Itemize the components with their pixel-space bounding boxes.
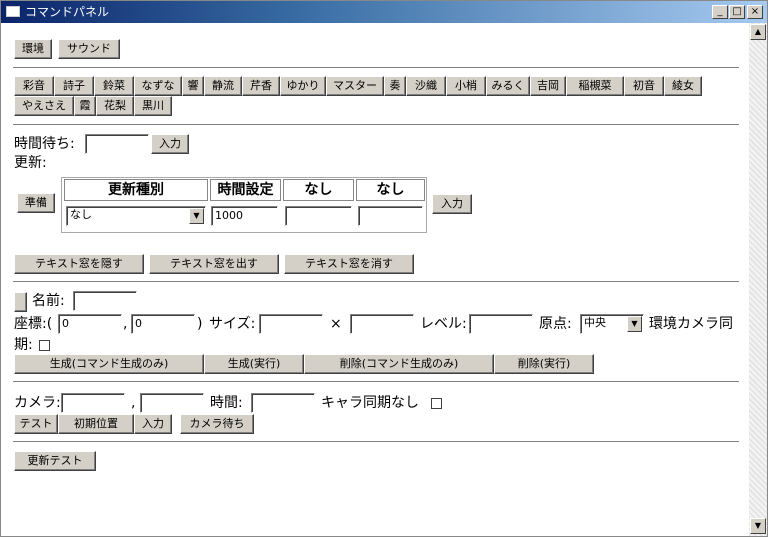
hide-text-window-button[interactable]: テキスト窓を隠す xyxy=(14,254,144,274)
header-time-setting: 時間設定 xyxy=(210,179,281,201)
camera-sync-checkbox[interactable] xyxy=(39,340,50,351)
close-button[interactable]: × xyxy=(747,5,763,19)
camera-sync-label: 環境カメラ同 xyxy=(649,316,733,332)
camera-time-label: 時間: xyxy=(210,395,243,411)
chara-button-miruku[interactable]: みるく xyxy=(486,76,530,96)
camera-x-input[interactable] xyxy=(61,393,125,413)
origin-label: 原点: xyxy=(539,316,572,332)
size-times: × xyxy=(330,316,342,332)
chara-button-ayane[interactable]: 彩音 xyxy=(14,76,54,96)
extra-input-1[interactable] xyxy=(285,206,352,226)
origin-select[interactable]: 中央 ▼ xyxy=(580,314,644,334)
window-title: コマンドパネル xyxy=(25,5,110,19)
panel-content: 環境 サウンド 彩音 詩子 鈴菜 なずな 響 静流 芹香 ゆかり マスター 奏 … xyxy=(1,23,749,536)
camera-label: カメラ: xyxy=(14,395,61,411)
update-type-value: なし xyxy=(70,208,92,221)
create-execute-button[interactable]: 生成(実行) xyxy=(204,354,304,374)
delete-command-only-button[interactable]: 削除(コマンド生成のみ) xyxy=(304,354,494,374)
chara-button-hatsune[interactable]: 初音 xyxy=(624,76,664,96)
wait-time-input[interactable] xyxy=(85,134,149,154)
chara-button-hibiki[interactable]: 響 xyxy=(182,76,204,96)
divider xyxy=(13,124,739,126)
divider xyxy=(13,281,739,283)
camera-sync-label-cont: 期: xyxy=(14,337,33,353)
divider xyxy=(13,441,739,443)
name-label: 名前: xyxy=(32,293,65,309)
maximize-button[interactable]: □ xyxy=(729,5,745,19)
time-setting-input[interactable]: 1000 xyxy=(211,206,278,226)
camera-wait-button[interactable]: カメラ待ち xyxy=(180,414,254,434)
delete-execute-button[interactable]: 削除(実行) xyxy=(494,354,594,374)
chara-button-kanade[interactable]: 奏 xyxy=(384,76,406,96)
chara-button-yoshioka[interactable]: 吉岡 xyxy=(530,76,566,96)
level-label: レベル: xyxy=(420,316,467,332)
chara-button-nazuna[interactable]: なずな xyxy=(134,76,182,96)
size-width-input[interactable] xyxy=(259,314,323,334)
chara-button-yukari[interactable]: ゆかり xyxy=(280,76,326,96)
camera-comma: , xyxy=(131,395,136,411)
origin-value: 中央 xyxy=(584,316,606,329)
coord-comma: , xyxy=(123,316,128,332)
chara-button-ayame[interactable]: 綾女 xyxy=(664,76,702,96)
camera-test-button[interactable]: テスト xyxy=(14,414,58,434)
update-submit-button[interactable]: 入力 xyxy=(432,194,472,214)
name-input[interactable] xyxy=(73,291,137,311)
chara-button-serika[interactable]: 芹香 xyxy=(242,76,280,96)
update-label: 更新: xyxy=(14,155,47,171)
chevron-down-icon[interactable]: ▼ xyxy=(189,208,204,224)
level-input[interactable] xyxy=(469,314,533,334)
scroll-up-icon[interactable]: ▲ xyxy=(750,24,766,40)
chara-button-master[interactable]: マスター xyxy=(326,76,384,96)
header-update-type: 更新種別 xyxy=(64,179,208,201)
chara-button-shizuru[interactable]: 静流 xyxy=(204,76,242,96)
update-type-select[interactable]: なし ▼ xyxy=(66,206,206,226)
chara-button-kozue[interactable]: 小梢 xyxy=(446,76,486,96)
coord-x-input[interactable]: 0 xyxy=(58,314,122,334)
environment-button[interactable]: 環境 xyxy=(14,39,52,59)
camera-initial-position-button[interactable]: 初期位置 xyxy=(58,414,134,434)
app-icon xyxy=(6,6,20,17)
chara-button-utako[interactable]: 詩子 xyxy=(54,76,94,96)
chara-sync-checkbox[interactable] xyxy=(431,398,442,409)
chara-button-karin[interactable]: 花梨 xyxy=(96,96,134,116)
extra-input-2[interactable] xyxy=(358,206,423,226)
update-test-button[interactable]: 更新テスト xyxy=(14,451,96,471)
minimize-button[interactable]: _ xyxy=(712,5,728,19)
create-command-only-button[interactable]: 生成(コマンド生成のみ) xyxy=(14,354,204,374)
size-label: サイズ: xyxy=(209,316,256,332)
chara-button-kasumi[interactable]: 霞 xyxy=(74,96,96,116)
prepare-button[interactable]: 準備 xyxy=(17,193,55,213)
wait-submit-button[interactable]: 入力 xyxy=(151,134,189,154)
chara-button-saori[interactable]: 沙織 xyxy=(406,76,446,96)
show-text-window-button[interactable]: テキスト窓を出す xyxy=(149,254,279,274)
coord-label: 座標:( xyxy=(14,316,53,332)
scroll-down-icon[interactable]: ▼ xyxy=(750,518,766,534)
chara-button-yaesae[interactable]: やえさえ xyxy=(14,96,74,116)
vertical-scrollbar[interactable]: ▲ ▼ xyxy=(749,23,767,536)
chevron-down-icon[interactable]: ▼ xyxy=(627,316,642,332)
camera-y-input[interactable] xyxy=(140,393,204,413)
divider xyxy=(13,67,739,69)
coord-y-input[interactable]: 0 xyxy=(131,314,195,334)
header-none-1: なし xyxy=(283,179,354,201)
chara-button-suzuna[interactable]: 鈴菜 xyxy=(94,76,134,96)
header-none-2: なし xyxy=(356,179,425,201)
sound-button[interactable]: サウンド xyxy=(58,39,120,59)
command-panel-window: コマンドパネル _ □ × 環境 サウンド 彩音 詩子 鈴菜 なずな 響 静流 … xyxy=(0,0,768,537)
size-height-input[interactable] xyxy=(350,314,414,334)
title-bar: コマンドパネル _ □ × xyxy=(1,1,767,23)
camera-time-input[interactable] xyxy=(251,393,315,413)
wait-label: 時間待ち: xyxy=(14,136,75,152)
chara-button-inatsukina[interactable]: 稲槻菜 xyxy=(566,76,624,96)
divider xyxy=(13,381,739,383)
coord-close-paren: ) xyxy=(197,316,203,332)
chara-button-kurokawa[interactable]: 黒川 xyxy=(134,96,172,116)
chara-sync-label: キャラ同期なし xyxy=(321,395,419,411)
clear-text-window-button[interactable]: テキスト窓を消す xyxy=(284,254,414,274)
camera-submit-button[interactable]: 入力 xyxy=(134,414,172,434)
object-toggle-button[interactable] xyxy=(14,292,27,312)
